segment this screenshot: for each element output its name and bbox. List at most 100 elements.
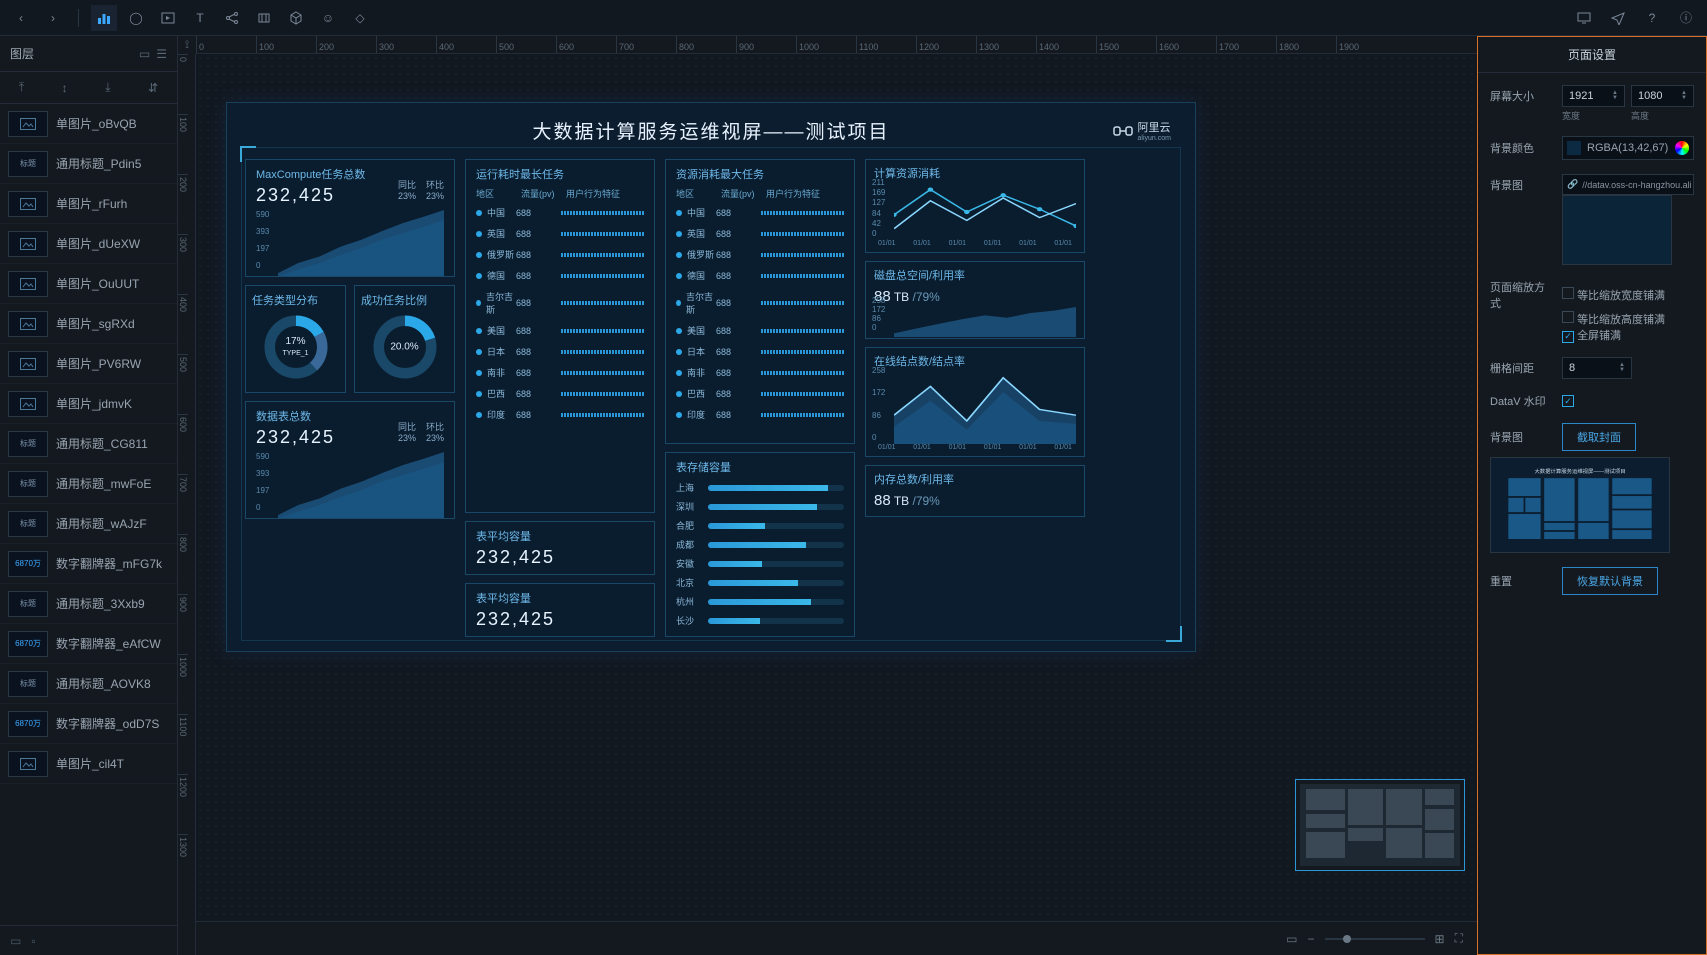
- cube-icon[interactable]: [283, 5, 309, 31]
- grid-spacing-label: 栅格间距: [1490, 360, 1554, 376]
- align-bottom-icon[interactable]: ⤓: [105, 80, 110, 95]
- layer-item[interactable]: 单图片_cil4T: [0, 744, 177, 784]
- card-success-ratio: 成功任务比例 20.0%: [354, 285, 455, 393]
- canvas-area: ⟟ 01002003004005006007008009001000110012…: [178, 36, 1477, 955]
- layer-item-label: 通用标题_Pdin5: [56, 155, 141, 172]
- layer-item[interactable]: 单图片_jdmvK: [0, 384, 177, 424]
- send-icon[interactable]: [1605, 5, 1631, 31]
- ruler-origin-icon[interactable]: ⟟: [178, 36, 196, 54]
- table-row: 吉尔吉斯688: [676, 286, 844, 320]
- layer-item[interactable]: 标题通用标题_mwFoE: [0, 464, 177, 504]
- bar-row: 深圳: [676, 497, 844, 516]
- height-input[interactable]: 1080▲▼: [1631, 85, 1694, 107]
- help-icon[interactable]: ?: [1639, 5, 1665, 31]
- zoom-minus-icon[interactable]: −: [1308, 932, 1315, 946]
- layer-item[interactable]: 6870万数字翻牌器_odD7S: [0, 704, 177, 744]
- layer-item[interactable]: 单图片_dUeXW: [0, 224, 177, 264]
- dashboard-screen[interactable]: 大数据计算服务运维视屏——测试项目 阿里云aliyun.com MaxCompu…: [226, 102, 1196, 652]
- layer-item-label: 数字翻牌器_eAfCW: [56, 635, 161, 652]
- table-row: 德国688: [676, 265, 844, 286]
- table-row: 俄罗斯688: [676, 244, 844, 265]
- module-icon[interactable]: [251, 5, 277, 31]
- layer-item[interactable]: 6870万数字翻牌器_eAfCW: [0, 624, 177, 664]
- layer-item-label: 通用标题_3Xxb9: [56, 595, 145, 612]
- table-row: 英国688: [676, 223, 844, 244]
- play-icon[interactable]: [155, 5, 181, 31]
- table-row: 印度688: [476, 404, 644, 425]
- scale-opt-1-checkbox[interactable]: [1562, 311, 1574, 323]
- watermark-checkbox[interactable]: ✓: [1562, 395, 1574, 407]
- layer-item[interactable]: 单图片_sgRXd: [0, 304, 177, 344]
- bgcolor-input[interactable]: RGBA(13,42,67): [1562, 136, 1694, 160]
- grid-spacing-input[interactable]: 8▲▼: [1562, 357, 1632, 379]
- layers-foot-icon2[interactable]: ▫: [31, 934, 35, 948]
- align-top-icon[interactable]: ⤒: [19, 80, 24, 95]
- screen-size-label: 屏幕大小: [1490, 88, 1554, 104]
- align-dist-icon[interactable]: ⇵: [148, 81, 158, 95]
- dashboard-title: 大数据计算服务运维视屏——测试项目: [227, 103, 1195, 158]
- monitor-icon[interactable]: [1571, 5, 1597, 31]
- forward-icon[interactable]: ›: [40, 5, 66, 31]
- zoom-grid-icon[interactable]: ⊞: [1435, 932, 1445, 946]
- link-icon: 🔗: [1567, 179, 1578, 190]
- scale-opt-2-checkbox[interactable]: ✓: [1562, 331, 1574, 343]
- bgimg-label: 背景图: [1490, 177, 1554, 193]
- layer-item[interactable]: 标题通用标题_CG811: [0, 424, 177, 464]
- layer-item[interactable]: 单图片_rFurh: [0, 184, 177, 224]
- layer-item-label: 单图片_PV6RW: [56, 355, 141, 372]
- back-icon[interactable]: ‹: [8, 5, 34, 31]
- table-row: 俄罗斯688: [476, 244, 644, 265]
- diamond-icon[interactable]: ◇: [347, 5, 373, 31]
- ruler-vertical: 0100200300400500600700800900100011001200…: [178, 54, 196, 955]
- width-input[interactable]: 1921▲▼: [1562, 85, 1625, 107]
- card-memory: 内存总数/利用率 88 TB /79%: [865, 465, 1085, 517]
- text-icon[interactable]: T: [187, 5, 213, 31]
- zoom-out-icon[interactable]: ▭: [1286, 932, 1297, 946]
- layer-item[interactable]: 标题通用标题_3Xxb9: [0, 584, 177, 624]
- layers-view-list-icon[interactable]: ☰: [156, 47, 167, 61]
- layer-item[interactable]: 单图片_PV6RW: [0, 344, 177, 384]
- bgcolor-label: 背景颜色: [1490, 140, 1554, 156]
- table-row: 日本688: [676, 341, 844, 362]
- card-avg1: 表平均容量232,425: [465, 521, 655, 575]
- layer-item-label: 通用标题_CG811: [56, 435, 148, 452]
- scale-opt-0-checkbox[interactable]: [1562, 287, 1574, 299]
- align-middle-icon[interactable]: ↕: [62, 81, 68, 95]
- reset-bg-button[interactable]: 恢复默认背景: [1562, 567, 1658, 595]
- layer-item[interactable]: 6870万数字翻牌器_mFG7k: [0, 544, 177, 584]
- bgimg-url-input[interactable]: 🔗//datav.oss-cn-hangzhou.ali: [1562, 174, 1694, 195]
- minimap[interactable]: [1295, 779, 1465, 871]
- layer-item[interactable]: 标题通用标题_AOVK8: [0, 664, 177, 704]
- table-row: 南非688: [676, 362, 844, 383]
- smile-icon[interactable]: ☺: [315, 5, 341, 31]
- layer-item-label: 单图片_OuUUT: [56, 275, 139, 292]
- bar-row: 杭州: [676, 592, 844, 611]
- capture-cover-button[interactable]: 截取封面: [1562, 423, 1636, 451]
- bar-row: 安徽: [676, 554, 844, 573]
- zoom-slider[interactable]: [1325, 938, 1425, 940]
- layers-title: 图层: [10, 45, 34, 62]
- layer-item[interactable]: 标题通用标题_Pdin5: [0, 144, 177, 184]
- bgimg-preview[interactable]: [1562, 195, 1672, 265]
- info-icon[interactable]: ⓘ: [1673, 5, 1699, 31]
- settings-panel: 页面设置 屏幕大小 1921▲▼ 1080▲▼ 宽度高度 背景颜色 RGBA(1…: [1477, 36, 1707, 955]
- layer-item-label: 数字翻牌器_mFG7k: [56, 555, 162, 572]
- color-picker-icon[interactable]: [1675, 141, 1689, 155]
- card-longest-tasks: 运行耗时最长任务 地区流量(pv)用户行为特征 中国688英国688俄罗斯688…: [465, 159, 655, 513]
- layers-foot-icon[interactable]: ▭: [10, 934, 21, 948]
- ruler-horizontal: 0100200300400500600700800900100011001200…: [196, 36, 1477, 54]
- layer-item[interactable]: 单图片_OuUUT: [0, 264, 177, 304]
- bar-chart-icon[interactable]: [91, 5, 117, 31]
- share-icon[interactable]: [219, 5, 245, 31]
- canvas-viewport[interactable]: 大数据计算服务运维视屏——测试项目 阿里云aliyun.com MaxCompu…: [196, 54, 1477, 921]
- layer-item[interactable]: 标题通用标题_wAJzF: [0, 504, 177, 544]
- card-resource-tasks: 资源消耗最大任务 地区流量(pv)用户行为特征 中国688英国688俄罗斯688…: [665, 159, 855, 444]
- card-online-nodes: 在线结点数/结点率 258172860 01/0101/0101/0101/01…: [865, 347, 1085, 457]
- zoom-expand-icon[interactable]: ⛶: [1455, 931, 1463, 946]
- layer-item[interactable]: 单图片_oBvQB: [0, 104, 177, 144]
- globe-icon[interactable]: ◯: [123, 5, 149, 31]
- card-task-type: 任务类型分布 17%TYPE_1: [245, 285, 346, 393]
- table-row: 中国688: [676, 202, 844, 223]
- bar-row: 上海: [676, 478, 844, 497]
- layers-view-thumb-icon[interactable]: ▭: [139, 47, 150, 61]
